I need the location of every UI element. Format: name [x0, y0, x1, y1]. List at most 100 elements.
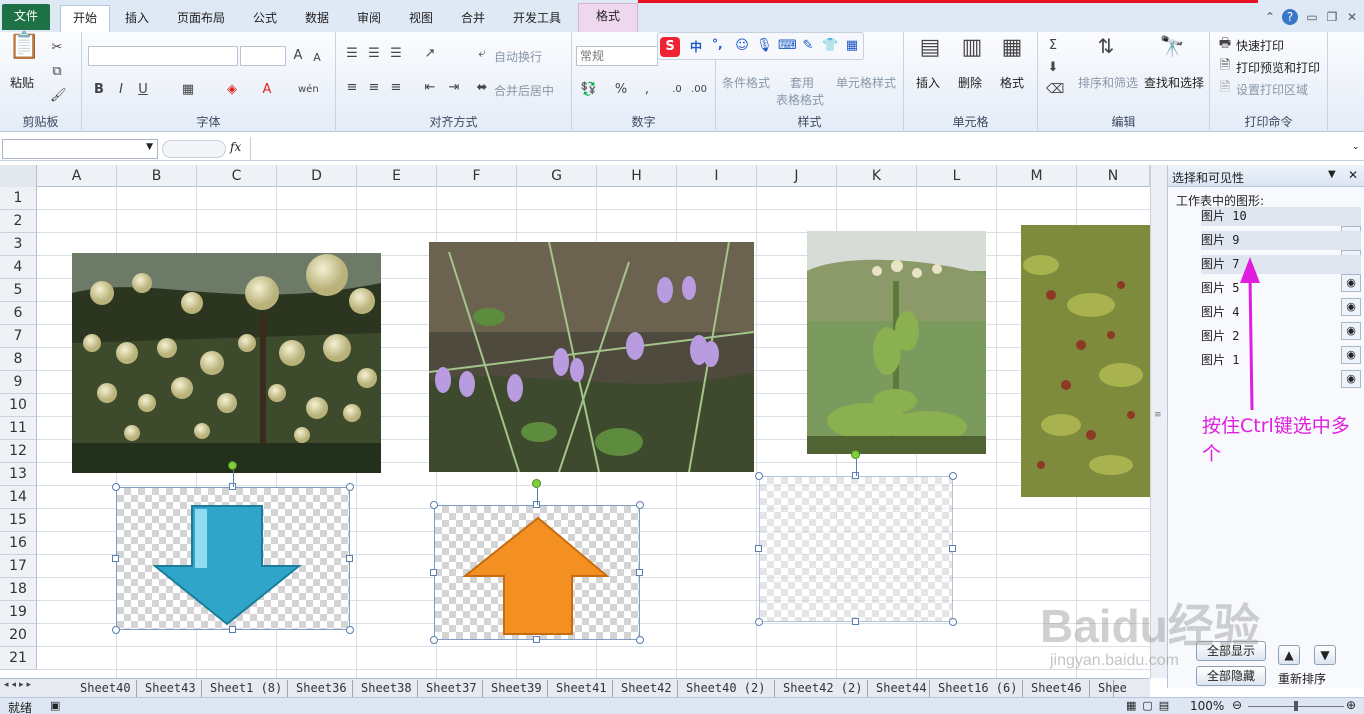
sort-filter-label[interactable]: 排序和筛选 — [1078, 74, 1138, 91]
row-header[interactable]: 13 — [0, 463, 37, 486]
insert-cells-icon[interactable]: ▤ — [916, 37, 944, 59]
move-up-icon[interactable]: ▲ — [1278, 645, 1300, 665]
row-header[interactable]: 5 — [0, 279, 37, 302]
format-cells-label[interactable]: 格式 — [1000, 74, 1024, 91]
sheet-tab[interactable]: Sheet40 — [72, 680, 137, 697]
sheet-tab[interactable]: Sheet42 (2) — [775, 680, 868, 697]
column-header[interactable]: A — [37, 165, 117, 187]
row-header[interactable]: 7 — [0, 325, 37, 348]
resize-handle[interactable] — [755, 545, 762, 552]
print-preview-icon[interactable]: 🗎 — [1218, 58, 1232, 74]
resize-handle[interactable] — [755, 472, 763, 480]
autosum-icon[interactable]: Σ — [1046, 38, 1060, 54]
restore-icon[interactable]: ❐ — [1324, 9, 1340, 25]
align-middle-icon[interactable]: ☰ — [366, 46, 382, 62]
sheet-tab[interactable]: Sheet1 (8) — [202, 680, 288, 697]
emoji-icon[interactable]: ☺ — [734, 38, 750, 54]
fill-color-icon[interactable]: ◈ — [224, 82, 240, 98]
picture-up-arrow[interactable] — [434, 505, 640, 640]
resize-handle[interactable] — [346, 626, 354, 634]
cut-icon[interactable]: ✂ — [50, 40, 64, 56]
ime-punct[interactable]: °, — [712, 37, 723, 51]
currency-icon[interactable]: 💱 — [580, 82, 598, 98]
sheet-tab[interactable]: Sheet37 — [418, 680, 483, 697]
conditional-format-label[interactable]: 条件格式 — [722, 74, 770, 91]
delete-cells-icon[interactable]: ▥ — [958, 37, 986, 59]
toolbox-icon[interactable]: ✎ — [800, 38, 816, 54]
decrease-decimal-icon[interactable]: .00 — [690, 82, 708, 98]
merge-center-icon[interactable]: ⬌ — [474, 80, 490, 96]
sheet-tab[interactable]: Sheet42 — [613, 680, 678, 697]
keyboard-icon[interactable]: ⌨ — [778, 38, 797, 54]
row-header[interactable]: 18 — [0, 578, 37, 601]
column-header[interactable]: E — [357, 165, 437, 187]
font-name-combo[interactable] — [88, 46, 238, 66]
move-down-icon[interactable]: ▼ — [1314, 645, 1336, 665]
select-all-corner[interactable] — [0, 165, 37, 187]
help-icon[interactable]: ? — [1282, 9, 1298, 25]
pane-menu-icon[interactable]: ▼ — [1328, 169, 1336, 180]
column-header[interactable]: N — [1077, 165, 1150, 187]
column-header[interactable]: F — [437, 165, 517, 187]
tab-formulas[interactable]: 公式 — [244, 6, 286, 32]
name-box-dropdown-icon[interactable]: ▼ — [146, 142, 153, 152]
resize-handle[interactable] — [949, 545, 956, 552]
picture-apple-tree[interactable] — [72, 253, 381, 473]
column-header[interactable]: L — [917, 165, 997, 187]
border-icon[interactable]: ▦ — [180, 82, 196, 98]
bold-icon[interactable]: B — [92, 82, 106, 98]
format-cells-icon[interactable]: ▦ — [998, 37, 1026, 59]
row-header[interactable]: 1 — [0, 187, 37, 210]
quick-print-label[interactable]: 快速打印 — [1236, 37, 1284, 54]
print-preview-label[interactable]: 打印预览和打印 — [1236, 59, 1320, 76]
resize-handle[interactable] — [430, 568, 437, 576]
zoom-slider-thumb[interactable] — [1294, 701, 1298, 711]
find-select-label[interactable]: 查找和选择 — [1144, 74, 1204, 91]
resize-handle[interactable] — [229, 626, 236, 633]
resize-handle[interactable] — [636, 568, 643, 576]
sheet-tab[interactable]: Shee — [1090, 680, 1127, 697]
font-color-icon[interactable]: A — [260, 82, 274, 98]
tab-developer[interactable]: 开发工具 — [504, 6, 570, 32]
sheet-tab[interactable]: Sheet39 — [483, 680, 548, 697]
picture-empty-shape[interactable] — [759, 476, 953, 622]
wrap-text-label[interactable]: 自动换行 — [494, 48, 542, 65]
sheet-tab[interactable]: Sheet46 — [1023, 680, 1090, 697]
shape-list-item[interactable]: 图片 2 ◉ — [1201, 327, 1361, 364]
print-area-label[interactable]: 设置打印区域 — [1236, 81, 1308, 98]
scroll-grip-icon[interactable]: ≡ — [1154, 410, 1162, 420]
rotate-handle[interactable] — [851, 450, 860, 459]
tab-home[interactable]: 开始 — [60, 5, 110, 33]
tab-file[interactable]: 文件 — [2, 4, 50, 30]
tab-page-layout[interactable]: 页面布局 — [168, 6, 234, 32]
zoom-out-icon[interactable]: ⊖ — [1232, 698, 1242, 712]
cell-styles-label[interactable]: 单元格样式 — [836, 74, 896, 91]
row-header[interactable]: 16 — [0, 532, 37, 555]
font-size-combo[interactable] — [240, 46, 286, 66]
column-header[interactable]: D — [277, 165, 357, 187]
row-header[interactable]: 9 — [0, 371, 37, 394]
tab-insert[interactable]: 插入 — [116, 6, 158, 32]
hide-all-button[interactable]: 全部隐藏 — [1196, 666, 1266, 686]
clear-icon[interactable]: ⌫ — [1046, 82, 1064, 98]
fill-icon[interactable]: ⬇ — [1046, 60, 1060, 76]
tab-review[interactable]: 审阅 — [348, 6, 390, 32]
format-painter-icon[interactable]: 🖌 — [50, 88, 67, 104]
name-box[interactable]: ▼ — [2, 139, 158, 159]
resize-handle[interactable] — [430, 501, 438, 509]
row-header[interactable]: 2 — [0, 210, 37, 233]
find-select-icon[interactable]: 🔭 — [1158, 36, 1186, 56]
wrap-text-icon[interactable]: ⤶ — [474, 46, 490, 62]
percent-icon[interactable]: % — [614, 82, 628, 98]
decrease-indent-icon[interactable]: ⇤ — [422, 80, 438, 96]
align-center-icon[interactable]: ≡ — [366, 80, 382, 96]
comma-style-icon[interactable]: , — [642, 82, 652, 98]
sort-filter-icon[interactable]: ⇅ — [1092, 36, 1120, 56]
expand-formula-icon[interactable]: ⌄ — [1352, 142, 1360, 152]
italic-icon[interactable]: I — [114, 82, 128, 98]
delete-cells-label[interactable]: 删除 — [958, 74, 982, 91]
column-header[interactable]: M — [997, 165, 1077, 187]
zoom-level[interactable]: 100% — [1190, 699, 1224, 713]
resize-handle[interactable] — [533, 636, 540, 643]
resize-handle[interactable] — [346, 483, 354, 491]
